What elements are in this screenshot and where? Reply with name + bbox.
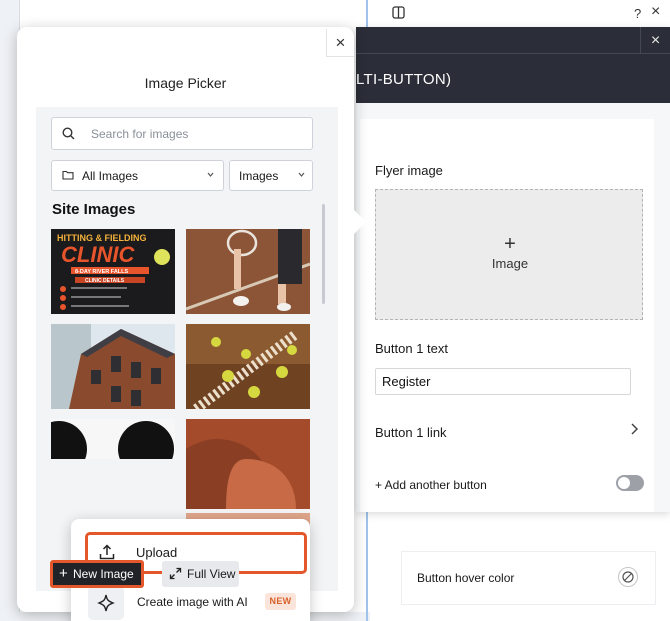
scrollbar[interactable] (322, 204, 325, 304)
full-view-button[interactable]: Full View (162, 561, 239, 587)
image-thumbnail[interactable]: HITTING & FIELDING CLINIC 8-DAY RIVER FA… (51, 229, 175, 314)
full-view-label: Full View (187, 567, 236, 581)
folder-dropdown[interactable]: All Images (51, 160, 224, 191)
folder-icon (62, 170, 74, 180)
thumb-details: CLINIC DETAILS (85, 278, 125, 284)
image-thumbnail[interactable] (186, 419, 310, 509)
plus-icon: + (59, 565, 68, 582)
top-strip: ? × (380, 0, 670, 27)
thumb-subtitle: 8-DAY RIVER FALLS (75, 269, 129, 275)
plus-icon: + (504, 233, 516, 255)
search-placeholder: Search for images (91, 127, 189, 141)
upload-label: Upload (136, 545, 178, 560)
picker-pointer (354, 210, 366, 234)
settings-panel: × LTI-BUTTON) Flyer image + Image Button… (356, 27, 670, 512)
image-thumbnail[interactable] (51, 419, 175, 459)
thumb-title-line2: CLINIC (61, 242, 135, 267)
no-color-icon[interactable] (618, 567, 638, 587)
panel-close-icon[interactable]: × (640, 27, 670, 54)
section-title: Site Images (52, 201, 136, 218)
chevron-right-icon[interactable] (630, 422, 639, 440)
picker-body: Search for images All Images Images Site… (36, 107, 338, 621)
panel-header: × LTI-BUTTON) (356, 27, 670, 103)
type-dropdown[interactable]: Images (229, 160, 313, 191)
image-picker-dialog: × Image Picker Search for images All Ima… (17, 27, 366, 621)
button1-text-label: Button 1 text (375, 341, 448, 356)
hover-color-row: Button hover color (402, 552, 655, 604)
flyer-image-dropzone[interactable]: + Image (375, 189, 643, 320)
new-badge: NEW (265, 593, 296, 610)
chevron-down-icon (298, 169, 305, 179)
new-image-label: New Image (73, 567, 134, 581)
upload-icon (99, 544, 115, 560)
chevron-down-icon (207, 169, 214, 179)
search-input[interactable]: Search for images (51, 117, 313, 150)
sparkle-icon (88, 586, 124, 620)
panel-title: LTI-BUTTON) (356, 71, 452, 88)
image-thumbnail[interactable] (51, 324, 175, 409)
picker-title: Image Picker (144, 75, 227, 91)
type-dropdown-label: Images (239, 169, 279, 183)
panel-close-bar: × (356, 27, 670, 54)
panel-toggle-icon[interactable] (392, 6, 405, 23)
button1-link-row[interactable]: Button 1 link (375, 425, 447, 440)
close-icon[interactable]: × (651, 4, 660, 20)
image-thumbnail[interactable] (186, 324, 310, 409)
button1-text-input[interactable]: Register (375, 368, 631, 395)
picker-close-icon[interactable]: × (326, 29, 354, 57)
flyer-image-label: Flyer image (375, 163, 443, 178)
folder-dropdown-label: All Images (82, 169, 139, 183)
create-ai-image-label: Create image with AI (137, 595, 248, 609)
search-icon (62, 127, 75, 140)
expand-icon (169, 567, 182, 580)
panel-inner-card: Flyer image + Image Button 1 text Regist… (360, 119, 654, 512)
help-icon[interactable]: ? (634, 6, 641, 22)
create-ai-image-menu-item[interactable]: Create image with AI NEW (85, 583, 307, 621)
hover-color-label: Button hover color (417, 571, 515, 585)
panel-body: Flyer image + Image Button 1 text Regist… (356, 103, 670, 512)
new-image-button[interactable]: + New Image (50, 560, 144, 588)
add-another-button-link[interactable]: + Add another button (375, 478, 487, 492)
toggle-knob (618, 477, 630, 489)
flyer-image-placeholder: Image (491, 256, 529, 271)
image-thumbnail[interactable] (186, 229, 310, 314)
add-button-toggle[interactable] (616, 475, 644, 491)
